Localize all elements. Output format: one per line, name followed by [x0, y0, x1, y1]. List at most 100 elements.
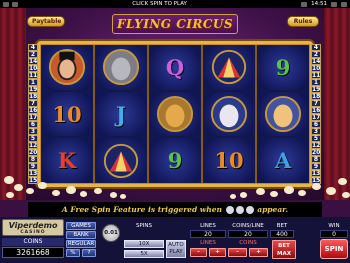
payline-indicator[interactable]: 6: [311, 121, 321, 128]
payline-indicator[interactable]: 19: [28, 86, 38, 93]
lines-value: 20: [190, 230, 226, 238]
spins-5x-button[interactable]: 5X: [124, 250, 164, 258]
curtain-right: [324, 8, 350, 200]
reel-3: Q9: [149, 45, 201, 184]
payline-indicator[interactable]: 7: [28, 100, 38, 107]
payline-indicator[interactable]: 18: [311, 93, 321, 100]
symbol-text: 9: [167, 148, 183, 174]
casino-logo: Viperdemo CASINO: [2, 219, 64, 236]
payline-indicator[interactable]: 4: [311, 44, 321, 51]
coins-plus-button[interactable]: +: [249, 248, 268, 257]
top-bar-left: [3, 1, 18, 7]
payline-indicator[interactable]: 16: [311, 107, 321, 114]
clock-text: 14:51: [311, 1, 327, 7]
payline-indicator[interactable]: 19: [311, 86, 321, 93]
lines-plus-button[interactable]: +: [209, 248, 226, 257]
symbol-10: 10: [203, 138, 255, 184]
popcorn-piece: [230, 194, 236, 199]
lion-portrait-icon: [149, 91, 201, 137]
popcorn-piece: [80, 191, 87, 197]
top-bar-right: 14:51: [301, 1, 347, 7]
payline-indicator[interactable]: 2: [311, 51, 321, 58]
reel-2: J: [95, 45, 147, 184]
spins-10x-button[interactable]: 10X: [124, 240, 164, 248]
symbol-text: 9: [275, 54, 291, 80]
payline-indicator[interactable]: 9: [311, 163, 321, 170]
menu-icon[interactable]: [3, 1, 9, 7]
logo-sub: CASINO: [20, 230, 46, 235]
game-title: FLYING CIRCUS: [112, 14, 238, 34]
payline-indicator[interactable]: 10: [311, 65, 321, 72]
symbol-a: A: [257, 138, 309, 184]
popcorn-piece: [4, 176, 14, 184]
clown-face-icon: [245, 206, 254, 214]
bet-label: BET: [276, 223, 288, 229]
percent-button[interactable]: %: [66, 249, 80, 257]
payline-indicator[interactable]: 20: [311, 149, 321, 156]
sound-icon[interactable]: [301, 1, 308, 7]
clown-face-icon: [235, 206, 244, 214]
clown-face-icon: [225, 206, 234, 214]
bank-button[interactable]: BANK: [66, 231, 96, 239]
help-button[interactable]: ?: [82, 249, 96, 257]
payline-indicator[interactable]: 3: [311, 128, 321, 135]
ringmaster-portrait-icon: [41, 45, 93, 90]
coin-value-button[interactable]: 0.01: [102, 224, 120, 242]
payline-indicator[interactable]: 12: [311, 142, 321, 149]
payline-indicator[interactable]: 20: [28, 149, 38, 156]
payline-indicator[interactable]: 5: [311, 135, 321, 142]
payline-indicator[interactable]: 17: [28, 114, 38, 121]
payline-indicator[interactable]: 10: [28, 65, 38, 72]
games-button[interactable]: GAMES: [66, 222, 96, 230]
payline-indicator[interactable]: 1: [28, 79, 38, 86]
bet-max-button[interactable]: BET MAX: [272, 240, 296, 259]
payline-indicator[interactable]: 11: [311, 72, 321, 79]
payline-indicator[interactable]: 7: [311, 100, 321, 107]
paytable-button[interactable]: Paytable: [27, 16, 65, 27]
payline-indicator[interactable]: 16: [28, 107, 38, 114]
acrobat-woman-portrait-icon: [257, 91, 309, 137]
payline-indicator[interactable]: 18: [28, 93, 38, 100]
rules-button[interactable]: Rules: [287, 16, 319, 27]
cashier-icon[interactable]: [12, 1, 18, 7]
symbol-text: A: [274, 148, 292, 174]
banner-text-before: A Free Spin Feature is triggered when: [61, 205, 222, 214]
payline-indicator[interactable]: 3: [28, 128, 38, 135]
top-bar: CLICK SPIN TO PLAY 14:51: [0, 0, 350, 8]
payline-indicator[interactable]: 11: [28, 72, 38, 79]
symbol-text: Q: [165, 54, 185, 80]
auto-play-button[interactable]: AUTO PLAY: [166, 240, 186, 258]
win-value: 0: [320, 230, 348, 238]
symbol-9: 9: [257, 45, 309, 90]
popcorn-piece: [284, 186, 294, 194]
payline-indicator[interactable]: 1: [311, 79, 321, 86]
lines-minus-button[interactable]: -: [190, 248, 207, 257]
lines-label: LINES: [200, 223, 216, 229]
payline-indicator[interactable]: 9: [28, 163, 38, 170]
coins-minus-button[interactable]: -: [228, 248, 247, 257]
payline-indicator[interactable]: 14: [28, 58, 38, 65]
spin-button[interactable]: SPIN: [320, 239, 348, 259]
symbol-9: 9: [149, 138, 201, 184]
clown-portrait-icon: [203, 91, 255, 137]
spins-label: SPINS: [135, 223, 153, 229]
reel-4: 10: [203, 45, 255, 184]
minimize-icon[interactable]: [330, 1, 337, 7]
symbol-text: K: [57, 148, 77, 174]
payline-indicator[interactable]: 13: [28, 170, 38, 177]
payline-indicator[interactable]: 17: [311, 114, 321, 121]
payline-indicator[interactable]: 12: [28, 142, 38, 149]
reel-5: 9A: [257, 45, 309, 184]
close-icon[interactable]: [340, 1, 347, 7]
payline-indicator[interactable]: 13: [311, 170, 321, 177]
payline-indicator[interactable]: 4: [28, 44, 38, 51]
payline-indicator[interactable]: 5: [28, 135, 38, 142]
payline-indicator[interactable]: 15: [28, 177, 38, 184]
payline-indicator[interactable]: 6: [28, 121, 38, 128]
payline-indicator[interactable]: 14: [311, 58, 321, 65]
payline-indicator[interactable]: 8: [28, 156, 38, 163]
symbol-text: 10: [52, 101, 82, 127]
payline-indicator[interactable]: 8: [311, 156, 321, 163]
regular-button[interactable]: REGULAR: [66, 240, 96, 248]
payline-indicator[interactable]: 2: [28, 51, 38, 58]
